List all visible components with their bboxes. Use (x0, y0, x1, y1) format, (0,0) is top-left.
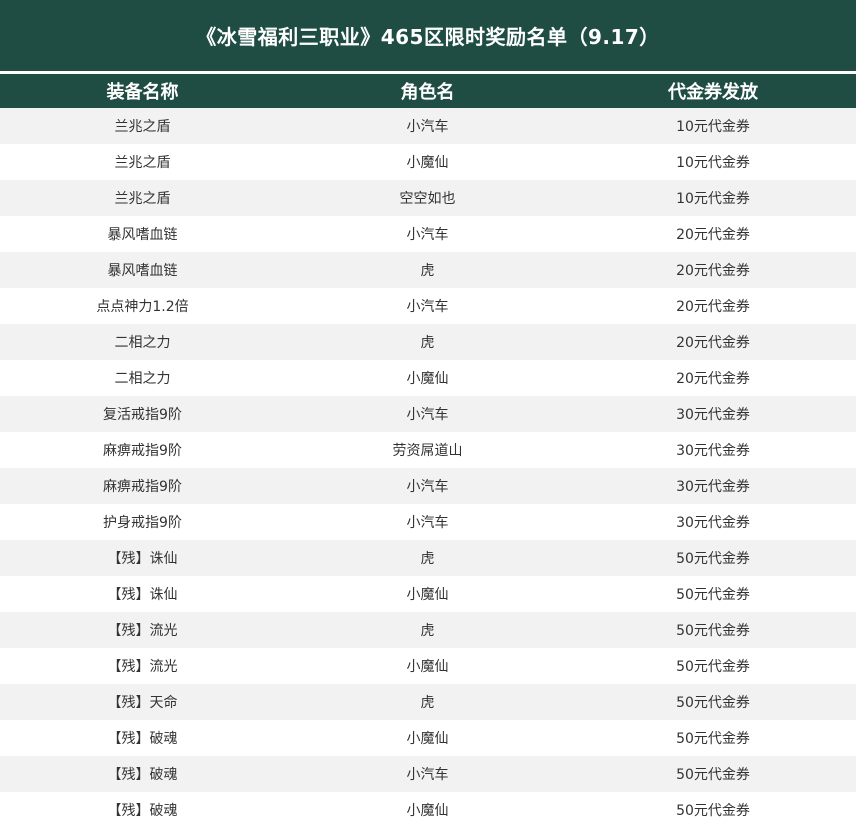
cell-equipment-name: 【残】流光 (107, 659, 178, 675)
header-equipment-name: 装备名称 (106, 82, 179, 103)
cell-character-name: 小魔仙 (406, 731, 449, 747)
cell-voucher-reward: 50元代金券 (676, 623, 750, 639)
cell-equipment-name: 暴风嗜血链 (107, 263, 178, 279)
cell-equipment-name: 护身戒指9阶 (103, 515, 182, 531)
cell-character-name: 空空如也 (399, 191, 456, 207)
cell-character-name: 虎 (420, 623, 435, 639)
header-character-name: 角色名 (400, 82, 455, 103)
cell-voucher-reward: 30元代金券 (676, 479, 750, 495)
cell-character-name: 小汽车 (406, 119, 449, 135)
cell-equipment-name: 二相之力 (114, 371, 171, 387)
cell-voucher-reward: 50元代金券 (676, 551, 750, 567)
table-row: 【残】流光 虎 50元代金券 (0, 612, 856, 648)
cell-character-name: 小汽车 (406, 479, 449, 495)
cell-equipment-name: 复活戒指9阶 (103, 407, 182, 423)
table-row: 【残】天命 虎 50元代金券 (0, 684, 856, 720)
table-row: 【残】破魂 小魔仙 50元代金券 (0, 720, 856, 756)
cell-character-name: 小魔仙 (406, 659, 449, 675)
cell-character-name: 小汽车 (406, 407, 449, 423)
header-voucher-reward: 代金券发放 (668, 82, 758, 103)
table-row: 兰兆之盾 小汽车 10元代金券 (0, 108, 856, 144)
cell-voucher-reward: 30元代金券 (676, 443, 750, 459)
cell-voucher-reward: 50元代金券 (676, 695, 750, 711)
cell-voucher-reward: 20元代金券 (676, 299, 750, 315)
cell-character-name: 小魔仙 (406, 803, 449, 819)
cell-voucher-reward: 20元代金券 (676, 371, 750, 387)
cell-voucher-reward: 20元代金券 (676, 263, 750, 279)
cell-voucher-reward: 50元代金券 (676, 587, 750, 603)
cell-voucher-reward: 50元代金券 (676, 731, 750, 747)
table-row: 麻痹戒指9阶 劳资屌道山 30元代金券 (0, 432, 856, 468)
cell-equipment-name: 麻痹戒指9阶 (103, 479, 182, 495)
table-row: 兰兆之盾 小魔仙 10元代金券 (0, 144, 856, 180)
table-row: 【残】破魂 小魔仙 50元代金券 (0, 792, 856, 828)
cell-character-name: 小魔仙 (406, 371, 449, 387)
cell-equipment-name: 【残】破魂 (107, 803, 178, 819)
cell-voucher-reward: 10元代金券 (676, 191, 750, 207)
table-header: 装备名称 角色名 代金券发放 (0, 74, 856, 108)
cell-equipment-name: 兰兆之盾 (114, 155, 171, 171)
table-row: 暴风嗜血链 小汽车 20元代金券 (0, 216, 856, 252)
cell-character-name: 小魔仙 (406, 155, 449, 171)
cell-voucher-reward: 20元代金券 (676, 335, 750, 351)
table-row: 麻痹戒指9阶 小汽车 30元代金券 (0, 468, 856, 504)
cell-voucher-reward: 30元代金券 (676, 407, 750, 423)
table-row: 点点神力1.2倍 小汽车 20元代金券 (0, 288, 856, 324)
cell-voucher-reward: 50元代金券 (676, 767, 750, 783)
cell-equipment-name: 【残】流光 (107, 623, 178, 639)
table-body: 兰兆之盾 小汽车 10元代金券 兰兆之盾 小魔仙 10元代金券 兰兆之盾 空空如也 10元代金券… (0, 108, 856, 828)
cell-equipment-name: 二相之力 (114, 335, 171, 351)
table-row: 暴风嗜血链 虎 20元代金券 (0, 252, 856, 288)
cell-character-name: 劳资屌道山 (392, 443, 463, 459)
cell-equipment-name: 暴风嗜血链 (107, 227, 178, 243)
cell-character-name: 小汽车 (406, 299, 449, 315)
cell-equipment-name: 点点神力1.2倍 (96, 299, 189, 315)
cell-voucher-reward: 20元代金券 (676, 227, 750, 243)
cell-equipment-name: 【残】天命 (107, 695, 178, 711)
table-row: 二相之力 小魔仙 20元代金券 (0, 360, 856, 396)
cell-character-name: 虎 (420, 263, 435, 279)
cell-equipment-name: 兰兆之盾 (114, 191, 171, 207)
reward-list-sheet: 《冰雪福利三职业》465区限时奖励名单（9.17） 装备名称 角色名 代金券发放… (0, 0, 856, 829)
cell-equipment-name: 【残】破魂 (107, 731, 178, 747)
table-row: 【残】流光 小魔仙 50元代金券 (0, 648, 856, 684)
cell-equipment-name: 兰兆之盾 (114, 119, 171, 135)
cell-character-name: 小汽车 (406, 227, 449, 243)
cell-character-name: 虎 (420, 695, 435, 711)
table-row: 二相之力 虎 20元代金券 (0, 324, 856, 360)
table-row: 【残】诛仙 虎 50元代金券 (0, 540, 856, 576)
page-title: 《冰雪福利三职业》465区限时奖励名单（9.17） (0, 0, 856, 71)
cell-voucher-reward: 50元代金券 (676, 659, 750, 675)
cell-voucher-reward: 10元代金券 (676, 155, 750, 171)
table-row: 兰兆之盾 空空如也 10元代金券 (0, 180, 856, 216)
cell-character-name: 小汽车 (406, 515, 449, 531)
cell-character-name: 小汽车 (406, 767, 449, 783)
table-row: 【残】破魂 小汽车 50元代金券 (0, 756, 856, 792)
cell-voucher-reward: 30元代金券 (676, 515, 750, 531)
cell-voucher-reward: 10元代金券 (676, 119, 750, 135)
cell-equipment-name: 【残】诛仙 (107, 587, 178, 603)
cell-equipment-name: 麻痹戒指9阶 (103, 443, 182, 459)
cell-equipment-name: 【残】破魂 (107, 767, 178, 783)
cell-character-name: 小魔仙 (406, 587, 449, 603)
cell-voucher-reward: 50元代金券 (676, 803, 750, 819)
table-row: 【残】诛仙 小魔仙 50元代金券 (0, 576, 856, 612)
table-row: 护身戒指9阶 小汽车 30元代金券 (0, 504, 856, 540)
table-row: 复活戒指9阶 小汽车 30元代金券 (0, 396, 856, 432)
cell-character-name: 虎 (420, 335, 435, 351)
cell-equipment-name: 【残】诛仙 (107, 551, 178, 567)
cell-character-name: 虎 (420, 551, 435, 567)
